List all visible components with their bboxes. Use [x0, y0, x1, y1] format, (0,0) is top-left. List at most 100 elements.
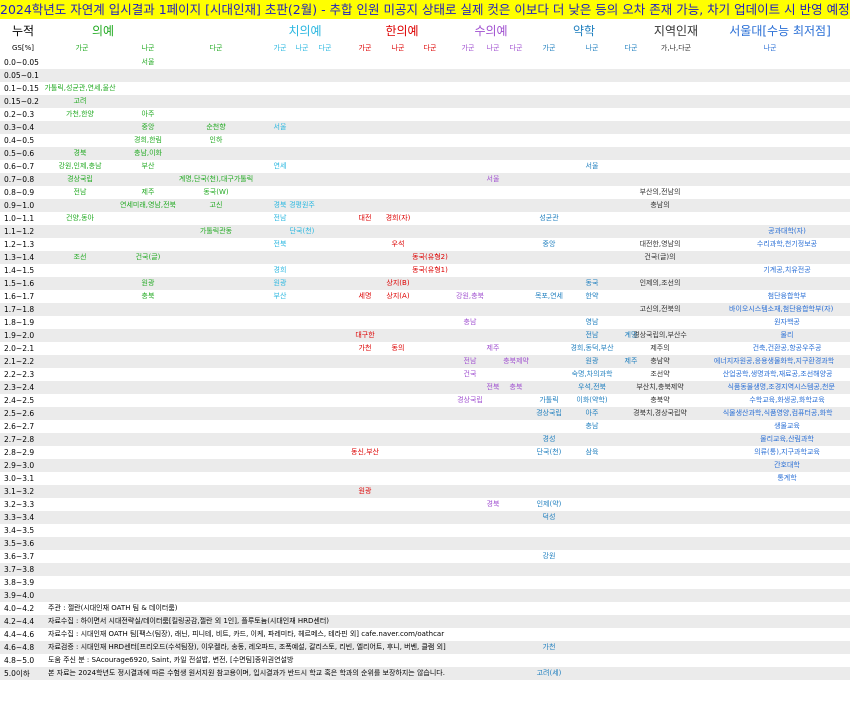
gs-range-label: 0.15~0.2 [4, 97, 39, 106]
school-cell: 순천향 [206, 123, 226, 131]
gs-range-label: 3.4~3.5 [4, 526, 35, 535]
gs-range-label: 0.0~0.05 [4, 58, 39, 67]
school-cell: 원광 [585, 357, 599, 365]
school-cell: 가천 [358, 344, 372, 352]
gs-range-label: 1.4~1.5 [4, 266, 35, 275]
gs-range-label: 2.5~2.6 [4, 409, 35, 418]
school-cell: 가톨릭,성균관,연세,울산 [44, 84, 116, 92]
school-cell: 원광 [358, 487, 372, 495]
gs-range-label: 1.7~1.8 [4, 305, 35, 314]
gs-column-unit: GS[%] [12, 44, 34, 52]
group-header: 수의예 [474, 24, 508, 38]
school-cell: 경상국립의,부산수 [633, 331, 687, 339]
school-cell: 성균관 [539, 214, 559, 222]
school-cell: 서울 [273, 123, 287, 131]
school-cell: 충남 [585, 422, 599, 430]
table-row: 0.3~0.4 중앙 순천향 서울 [0, 121, 850, 134]
school-cell: 강원,인제,충남 [58, 162, 102, 170]
school-cell: 충북 [141, 292, 155, 300]
table-row: 3.9~4.0 [0, 589, 850, 602]
school-cell: 건국(글)의 [644, 253, 676, 261]
table-row: 2.4~2.5 경상국립 가톨릭 이화(약학) 충북약 수학교육,화생공,화학교육 [0, 394, 850, 407]
school-cell: 동국(유형2) [412, 253, 448, 261]
table-row: 0.1~0.15 가톨릭,성균관,연세,울산 [0, 82, 850, 95]
gs-range-label: 2.8~2.9 [4, 448, 35, 457]
table-row: 1.2~1.3 전북 우석 중앙 대전한,영남의 수리과학,천기정보공 [0, 238, 850, 251]
gs-range-label: 3.7~3.8 [4, 565, 35, 574]
footnote-text: 자료수집 : 하이면서 시대전략실/데이터룸[킬링공감,젤란 외 1인], 플루… [48, 617, 330, 625]
school-cell: 단국(천) [289, 227, 315, 235]
school-cell: 원자핵공 [774, 318, 800, 326]
school-cell: 수리과학,천기정보공 [756, 240, 818, 248]
table-row: 0.0~0.05 서울 [0, 56, 850, 69]
group-header: 서울대[수능 최저점] [729, 24, 831, 38]
gs-range-label: 4.4~4.6 [4, 630, 35, 639]
school-cell: 강원,충북 [456, 292, 484, 300]
table-row: 1.1~1.2 가톨릭관동 단국(천) 공과대학(자) [0, 225, 850, 238]
table-row: 4.4~4.6 자료수집 : 시대인재 OATH 팀[팩스(팀장), 래닌, 피니… [0, 628, 850, 641]
table-row: 0.05~0.1 [0, 69, 850, 82]
group-header: 치의예 [288, 24, 322, 38]
school-cell: 연세미래,영남,전북 [120, 201, 176, 209]
school-cell: 부산치,충북제약 [636, 383, 684, 391]
gs-range-label: 0.9~1.0 [4, 201, 35, 210]
gs-range-label: 0.2~0.3 [4, 110, 35, 119]
subgroup-header: 다군 [318, 44, 332, 52]
school-cell: 인제의,조선의 [639, 279, 681, 287]
school-cell: 충남 [463, 318, 477, 326]
subgroup-header: 다군 [423, 44, 437, 52]
table-row: 3.4~3.5 [0, 524, 850, 537]
group-header: 지역인재 [653, 24, 699, 38]
school-cell: 수학교육,화생공,화학교육 [749, 396, 825, 404]
school-cell: 경희 [273, 266, 287, 274]
gs-range-label: 1.2~1.3 [4, 240, 35, 249]
gs-range-label: 1.6~1.7 [4, 292, 35, 301]
group-header: 한의예 [385, 24, 419, 38]
title-banner: 2024학년도 자연계 입시결과 1페이지 [시대인재] 초판(2월) - 추합… [0, 0, 850, 19]
gs-range-label: 1.5~1.6 [4, 279, 35, 288]
school-cell: 충북약 [650, 396, 670, 404]
table-row: 2.9~3.0 간호대학 [0, 459, 850, 472]
gs-range-label: 4.8~5.0 [4, 656, 35, 665]
gs-range-label: 2.3~2.4 [4, 383, 35, 392]
table-row: 1.0~1.1 건양,동아 전남 대전 경희(자) 성균관 [0, 212, 850, 225]
school-cell: 우석 [391, 240, 405, 248]
school-cell: 강원 [542, 552, 556, 560]
table-row: 1.6~1.7 충북 부산 세명 상지(A) 강원,충북 목포,연세 한약 첨단융합학부 [0, 290, 850, 303]
school-cell: 대전한,영남의 [639, 240, 681, 248]
table-row: 1.4~1.5 경희 동국(유형1) 기계공,치유전공 [0, 264, 850, 277]
school-cell: 제주 [486, 344, 500, 352]
footnote-text: 자료검증 : 시대인재 HRD센터[프리오드(수석팀장), 이우켈라, 송동, … [48, 643, 446, 651]
school-cell: 인하 [209, 136, 223, 144]
table-row: 1.5~1.6 원광 원광 상지(B) 동국 인제의,조선의 [0, 277, 850, 290]
subgroup-header: 나군 [141, 44, 155, 52]
school-cell: 가톨릭관동 [199, 227, 233, 235]
school-cell: 덕성 [542, 513, 556, 521]
school-cell: 경북 [273, 201, 287, 209]
school-cell: 상지(A) [386, 292, 410, 300]
school-cell: 동국 [585, 279, 599, 287]
school-cell: 아주 [141, 110, 155, 118]
school-cell: 충남,이화 [134, 149, 162, 157]
school-cell: 동국(유형1) [412, 266, 448, 274]
school-cell: 이화(약학) [576, 396, 608, 404]
school-cell: 고려(세) [536, 669, 562, 677]
gs-range-label: 3.5~3.6 [4, 539, 35, 548]
gs-range-label: 2.2~2.3 [4, 370, 35, 379]
school-cell: 물리 [780, 331, 794, 339]
school-cell: 경북 [486, 500, 500, 508]
school-cell: 전남 [73, 188, 87, 196]
table-row: 2.0~2.1 가천 동의 제주 경희,동덕,부산 제주의 건축,건환공,항공우주공 [0, 342, 850, 355]
school-cell: 경평원주 [289, 201, 315, 209]
school-cell: 충북 [509, 383, 523, 391]
gs-range-label: 0.1~0.15 [4, 84, 39, 93]
table-row: 3.7~3.8 [0, 563, 850, 576]
table-row: 0.5~0.6 경북 충남,이화 [0, 147, 850, 160]
school-cell: 건양,동아 [66, 214, 94, 222]
footnote-text: 자료수집 : 시대인재 OATH 팀[팩스(팀장), 래닌, 피니테, 비트, … [48, 630, 445, 638]
table-row: 5.0이하 본 자료는 2024학년도 정시결과에 따른 수험생 원서지원 참고용… [0, 667, 850, 680]
school-cell: 아주 [585, 409, 599, 417]
table-row: 3.2~3.3 경북 인제(약) [0, 498, 850, 511]
school-cell: 경상국립 [457, 396, 483, 404]
footnote-text: 주관 : 젤란(시대인재 OATH 팀 & 데이터룸) [48, 604, 178, 612]
